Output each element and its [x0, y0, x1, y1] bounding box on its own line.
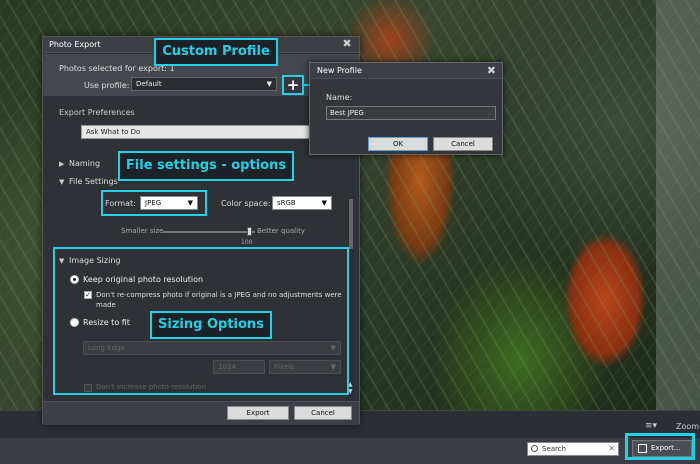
use-profile-label: Use profile: [84, 81, 130, 90]
quality-slider-thumb[interactable] [247, 227, 252, 236]
scroll-arrows[interactable]: ▲ ▼ [348, 381, 356, 395]
color-space-select-value: sRGB [277, 199, 296, 207]
naming-section-toggle[interactable]: ▶ Naming [59, 159, 100, 168]
add-profile-button[interactable]: + [282, 75, 304, 95]
callout-custom-profile: Custom Profile [154, 38, 278, 66]
export-dialog-export-button[interactable]: Export [227, 406, 289, 420]
dialog-footer: Export Cancel [43, 401, 359, 425]
quality-slider[interactable] [163, 231, 255, 233]
profile-select-value: Default [136, 80, 162, 88]
search-input[interactable]: Search ✕ [527, 442, 619, 456]
export-preferences-label: Export Preferences [59, 108, 135, 117]
zoom-label: Zoom: [676, 422, 700, 431]
chevron-down-icon: ▼ [321, 199, 327, 207]
clear-search-icon[interactable]: ✕ [608, 443, 615, 455]
close-icon[interactable]: ✖ [487, 64, 496, 77]
export-button-highlight [625, 433, 695, 460]
callout-sizing-options: Sizing Options [150, 311, 272, 339]
ok-button[interactable]: OK [368, 137, 428, 151]
format-highlight-box [101, 190, 207, 216]
expand-triangle-icon: ▶ [59, 160, 65, 168]
color-space-label: Color space: [221, 199, 271, 208]
profile-name-input[interactable]: Best JPEG [326, 106, 496, 120]
new-profile-dialog: New Profile ✖ Name: Best JPEG OK Cancel [309, 62, 503, 155]
profile-name-label: Name: [326, 93, 353, 102]
smaller-size-label: Smaller size [121, 227, 164, 235]
callout-file-settings: File settings - options [118, 151, 294, 181]
profile-select[interactable]: Default ▼ [131, 77, 277, 91]
file-settings-label: File Settings [69, 177, 118, 186]
export-dialog-cancel-button[interactable]: Cancel [294, 406, 352, 420]
quality-value: 100 [241, 239, 253, 246]
dialog-title-text: Photo Export [49, 40, 101, 49]
export-preferences-select[interactable]: Ask What to Do [81, 125, 311, 139]
search-icon [531, 445, 538, 452]
color-space-select[interactable]: sRGB ▼ [272, 196, 332, 210]
better-quality-label: Better quality [257, 227, 305, 235]
file-settings-section-toggle[interactable]: ▼ File Settings [59, 177, 118, 186]
viewer-edge [656, 0, 700, 410]
sort-icon[interactable]: ≡▾ [645, 421, 661, 431]
new-profile-title-text: New Profile [317, 66, 362, 75]
scrollbar-thumb[interactable] [349, 199, 353, 249]
close-icon[interactable]: ✖ [341, 38, 353, 50]
new-profile-title: New Profile ✖ [310, 63, 502, 79]
naming-label: Naming [69, 159, 101, 168]
search-placeholder: Search [542, 445, 567, 453]
collapse-triangle-icon: ▼ [59, 178, 65, 186]
profile-name-value: Best JPEG [330, 109, 364, 117]
chevron-down-icon: ▼ [266, 80, 272, 88]
preferences-select-value: Ask What to Do [86, 128, 141, 136]
new-profile-cancel-button[interactable]: Cancel [433, 137, 493, 151]
